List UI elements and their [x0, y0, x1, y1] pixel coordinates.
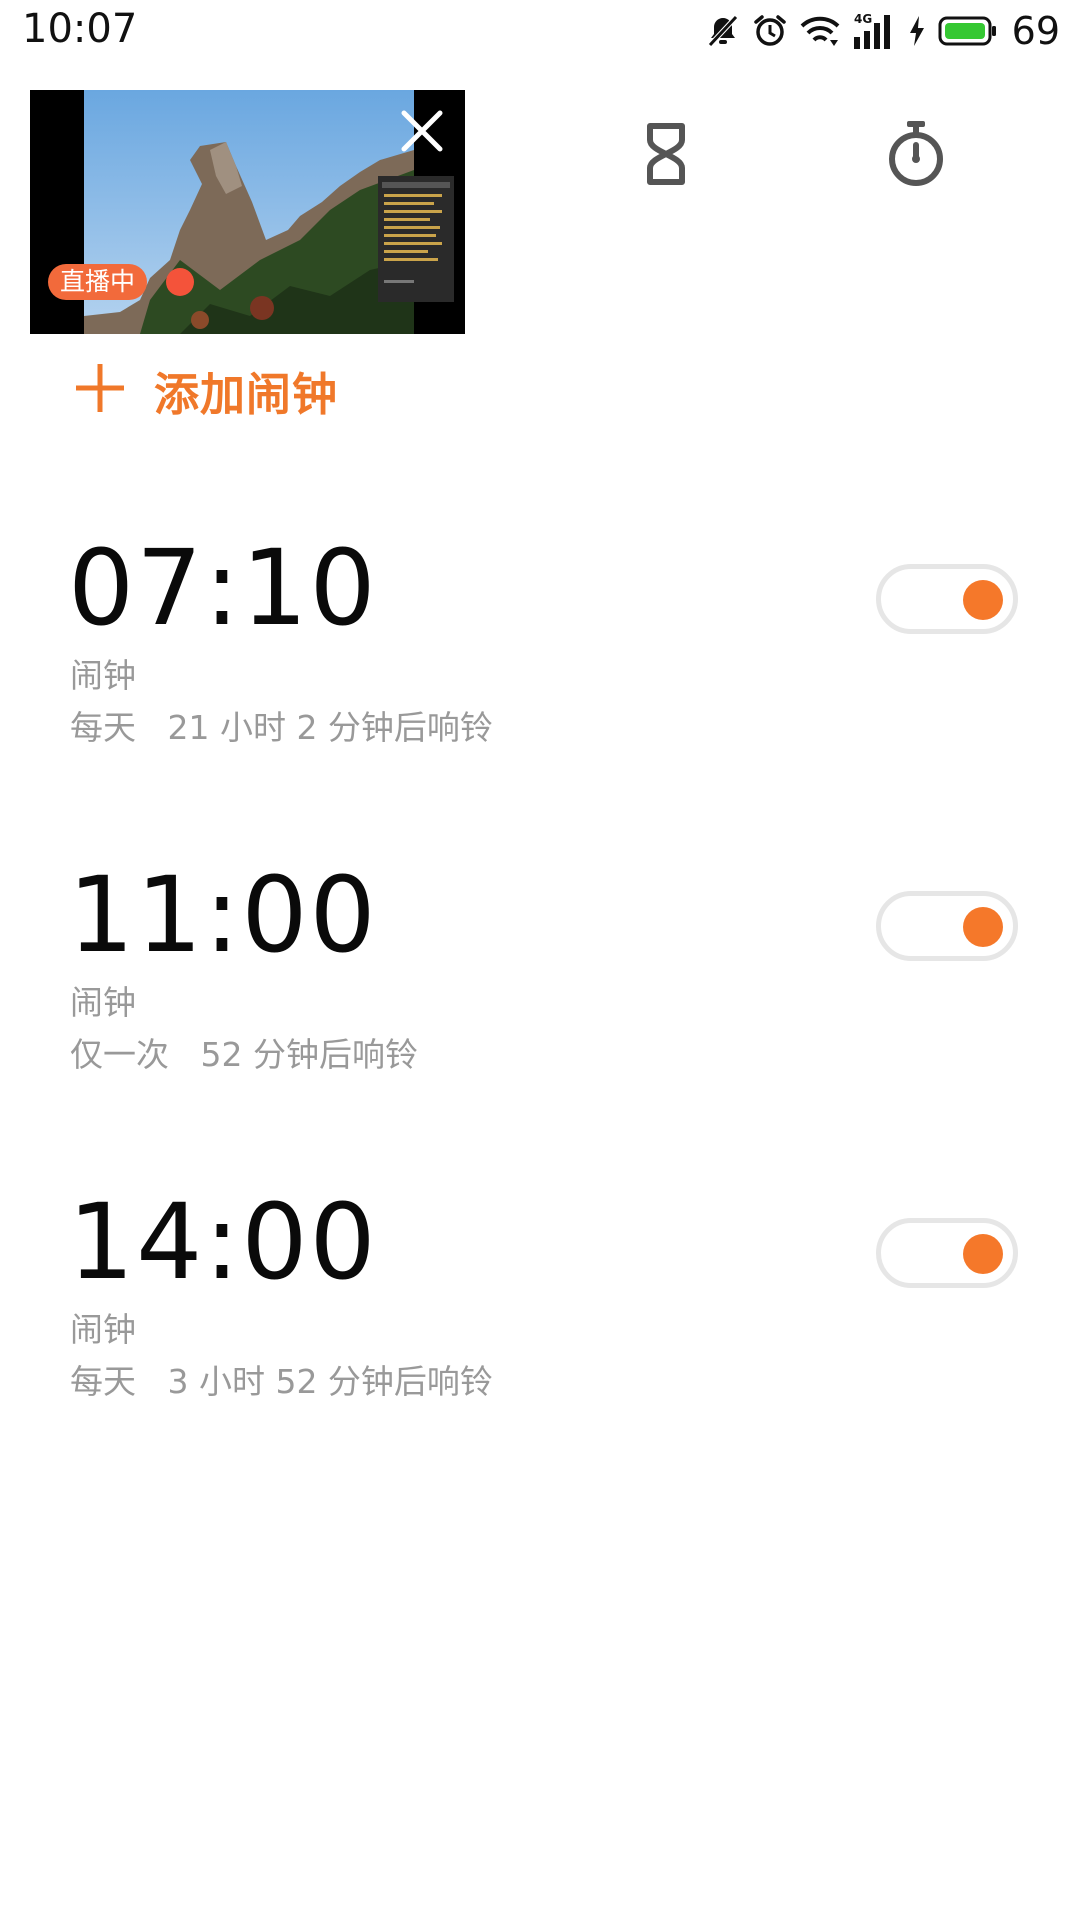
clock-app-screen: 10:07 4G 69 直播中 添加闹钟 07:10 闹钟 每天 21 小时 2…	[0, 0, 1080, 1920]
alarm-toggle[interactable]	[876, 564, 1018, 634]
status-time: 10:07	[22, 6, 138, 52]
signal-4g-icon: 4G	[852, 11, 896, 51]
alarm-label: 闹钟	[70, 656, 136, 695]
hourglass-icon	[642, 121, 690, 191]
add-alarm-label: 添加闹钟	[154, 367, 339, 421]
close-icon	[400, 109, 444, 157]
alarm-label: 闹钟	[70, 983, 136, 1022]
alarm-description: 每天 21 小时 2 分钟后响铃	[70, 708, 493, 747]
live-indicator-dot	[166, 268, 194, 296]
alarm-toggle[interactable]	[876, 891, 1018, 961]
status-icons: 4G 69	[706, 8, 1060, 54]
alarm-label: 闹钟	[70, 1310, 136, 1349]
status-bar: 10:07 4G 69	[0, 0, 1080, 62]
wifi-icon	[800, 14, 840, 48]
alarm-time: 11:00	[68, 854, 378, 976]
toggle-knob	[963, 580, 1003, 620]
battery-level: 69	[1011, 9, 1060, 53]
toggle-knob	[963, 1234, 1003, 1274]
add-alarm-button[interactable]: 添加闹钟	[74, 362, 338, 421]
alarm-description: 仅一次 52 分钟后响铃	[70, 1035, 418, 1074]
toggle-knob	[963, 907, 1003, 947]
live-badge: 直播中	[48, 264, 148, 300]
stopwatch-icon	[886, 119, 946, 193]
alarm-toggle[interactable]	[876, 1218, 1018, 1288]
alarm-description: 每天 3 小时 52 分钟后响铃	[70, 1362, 493, 1401]
alarm-time: 14:00	[68, 1181, 378, 1303]
plus-icon	[74, 362, 126, 418]
alarm-item[interactable]: 07:10 闹钟 每天 21 小时 2 分钟后响铃	[0, 528, 1080, 788]
bell-muted-icon	[706, 14, 740, 48]
tab-timer[interactable]	[630, 120, 702, 192]
close-video-button[interactable]	[385, 96, 459, 170]
alarm-item[interactable]: 11:00 闹钟 仅一次 52 分钟后响铃	[0, 855, 1080, 1115]
charging-icon	[908, 15, 926, 47]
battery-icon	[938, 15, 998, 47]
alarm-clock-icon	[752, 13, 788, 49]
svg-text:4G: 4G	[854, 12, 872, 26]
alarm-item[interactable]: 14:00 闹钟 每天 3 小时 52 分钟后响铃	[0, 1182, 1080, 1442]
alarm-time: 07:10	[68, 527, 378, 649]
tab-stopwatch[interactable]	[880, 120, 952, 192]
live-video-window[interactable]: 直播中	[30, 90, 465, 334]
